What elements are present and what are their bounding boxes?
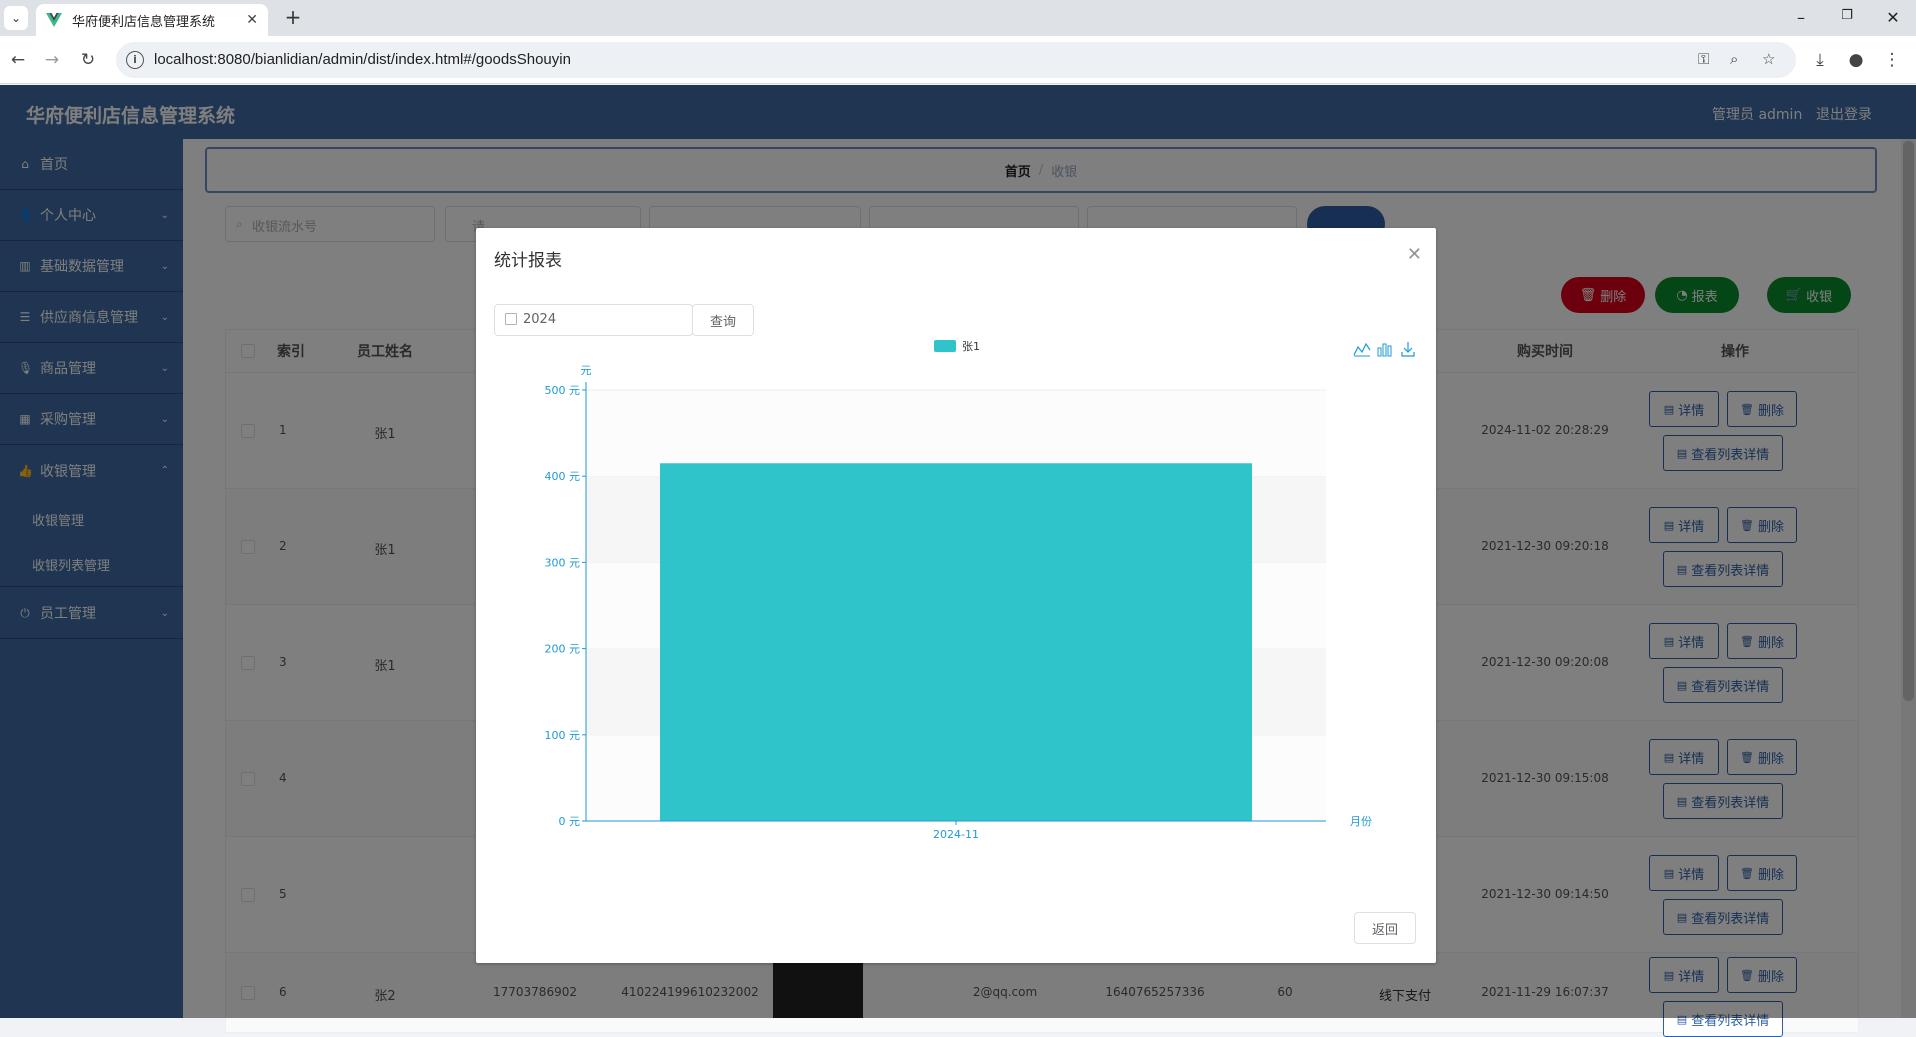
close-window-icon[interactable]: ✕ [1882,8,1904,27]
site-info-icon[interactable]: i [126,51,144,69]
vue-logo-icon [46,13,62,27]
return-button[interactable]: 返回 [1354,912,1416,944]
reload-icon[interactable]: ↻ [76,48,100,72]
browser-toolbar: ← → ↻ i localhost:8080/bianlidian/admin/… [0,36,1916,84]
browser-tab[interactable]: 华府便利店信息管理系统 ✕ [36,4,268,36]
legend-label[interactable]: 张1 [962,340,980,353]
key-icon[interactable]: ⚿ [1698,50,1709,68]
back-icon[interactable]: ← [6,48,30,72]
y-tick-label: 300 元 [545,556,581,569]
y-ticks: 0 元 100 元 200 元 300 元 400 元 500 元 [545,384,586,828]
restore-icon[interactable]: ❐ [1836,8,1858,23]
more-menu-icon[interactable]: ⋮ [1880,48,1904,72]
y-unit-label: 元 [581,364,592,377]
bar[interactable] [660,463,1252,821]
tab-search-icon[interactable]: ⌄ [4,6,28,30]
minimize-icon[interactable]: – [1790,8,1812,27]
report-chart: 0 元 100 元 200 元 300 元 400 元 500 元 元 月份 2024-1… [545,340,1415,841]
tab-close-icon[interactable]: ✕ [246,12,258,28]
browser-tab-bar: ⌄ 华府便利店信息管理系统 ✕ + – ❐ ✕ [0,0,1916,36]
y-tick-label: 100 元 [545,729,581,742]
x-unit-label: 月份 [1350,815,1372,828]
download-icon[interactable] [1401,342,1415,357]
url-text[interactable]: localhost:8080/bianlidian/admin/dist/ind… [154,51,571,68]
line-chart-icon[interactable] [1353,342,1371,357]
x-tick-label: 2024-11 [933,828,979,841]
y-tick-label: 200 元 [545,643,581,656]
legend-swatch[interactable] [934,340,956,352]
bar-chart-icon[interactable] [1377,343,1392,357]
zoom-icon[interactable]: ⌕ [1730,50,1738,68]
forward-icon[interactable]: → [40,48,64,72]
address-bar[interactable]: i localhost:8080/bianlidian/admin/dist/i… [116,42,1796,78]
tab-title: 华府便利店信息管理系统 [72,14,216,30]
y-tick-label: 500 元 [545,384,581,397]
download-icon[interactable]: ⤓ [1808,48,1832,72]
bars [660,463,1252,821]
y-tick-label: 0 元 [559,815,581,828]
report-dialog: 统计报表 ✕ 2024 查询 0 元 100 元 200 元 300 元 400 元 50… [476,228,1436,963]
new-tab-icon[interactable]: + [280,6,306,30]
star-icon[interactable]: ☆ [1762,50,1775,68]
y-tick-label: 400 元 [545,470,581,483]
profile-icon[interactable]: ● [1844,48,1868,72]
